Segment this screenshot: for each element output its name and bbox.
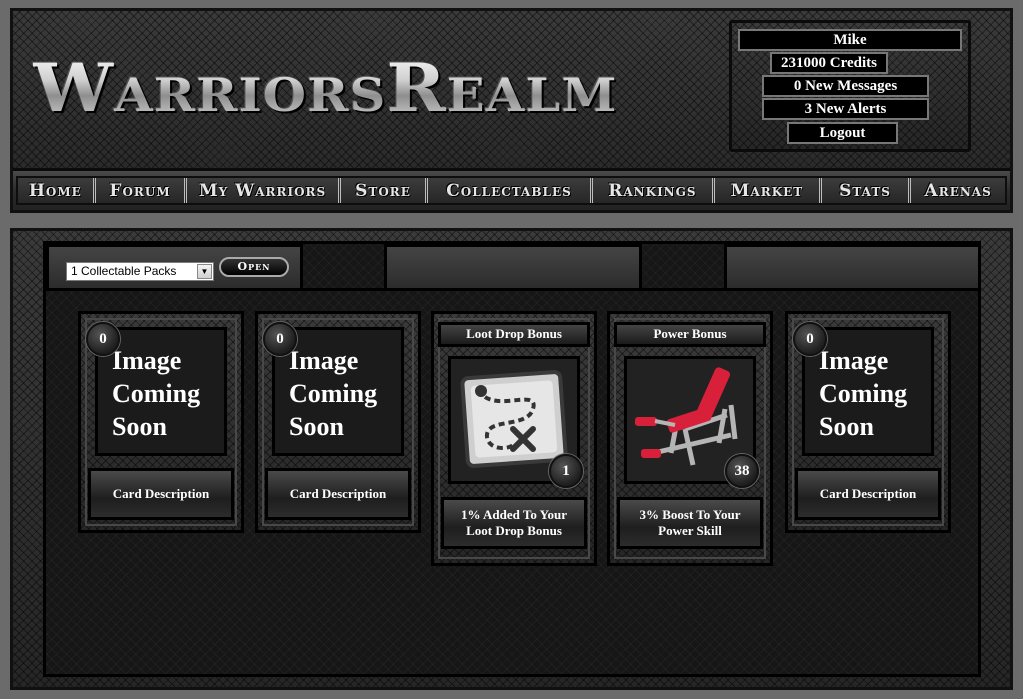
credits-label[interactable]: 231000 Credits (770, 52, 888, 74)
card-description: 3% Boost To Your Power Skill (617, 497, 763, 549)
tab-3[interactable] (724, 244, 981, 288)
username-label[interactable]: Mike (738, 29, 962, 51)
card-count-badge: 0 (263, 322, 297, 356)
main-nav: Home Forum My Warriors Store Collectable… (13, 168, 1010, 210)
card-count-badge: 0 (793, 322, 827, 356)
card-power-bonus[interactable]: Power Bonus 38 3% Boost To Your Power Sk… (607, 311, 773, 566)
card-description: Card Description (265, 468, 411, 520)
card-loot-drop-bonus[interactable]: Loot Drop Bonus 1 1% Added To Your Loot … (431, 311, 597, 566)
messages-link[interactable]: 0 New Messages (762, 75, 929, 97)
card-1[interactable]: Image Coming Soon 0 Card Description (78, 311, 244, 533)
site-header: WarriorsRealm Mike 231000 Credits 0 New … (10, 8, 1013, 213)
tab-2[interactable] (384, 244, 642, 288)
card-description: Card Description (88, 468, 234, 520)
nav-my-warriors[interactable]: My Warriors (187, 178, 341, 203)
nav-forum[interactable]: Forum (96, 178, 188, 203)
site-logo[interactable]: WarriorsRealm (33, 49, 617, 127)
card-count-badge: 38 (725, 454, 759, 488)
card-title: Loot Drop Bonus (438, 322, 590, 347)
alerts-link[interactable]: 3 New Alerts (762, 98, 929, 120)
nav-arenas[interactable]: Arenas (911, 178, 1005, 203)
nav-stats[interactable]: Stats (822, 178, 912, 203)
nav-home[interactable]: Home (18, 178, 96, 203)
open-button[interactable]: Open (219, 257, 289, 277)
image-placeholder-text: Image Coming Soon (819, 346, 908, 441)
main-panel: 1 Collectable Packs ▼ Open Image Coming … (10, 228, 1013, 690)
collectables-panel: 1 Collectable Packs ▼ Open Image Coming … (43, 241, 981, 677)
image-placeholder-text: Image Coming Soon (289, 346, 378, 441)
user-panel: Mike 231000 Credits 0 New Messages 3 New… (729, 20, 971, 152)
card-description: 1% Added To Your Loot Drop Bonus (441, 497, 587, 549)
card-count-badge: 1 (549, 454, 583, 488)
nav-rankings[interactable]: Rankings (593, 178, 716, 203)
pack-select[interactable]: 1 Collectable Packs ▼ (66, 262, 214, 281)
nav-market[interactable]: Market (715, 178, 822, 203)
card-2[interactable]: Image Coming Soon 0 Card Description (255, 311, 421, 533)
card-description: Card Description (795, 468, 941, 520)
card-count-badge: 0 (86, 322, 120, 356)
card-title: Power Bonus (614, 322, 766, 347)
tab-open-pack[interactable]: 1 Collectable Packs ▼ Open (46, 244, 303, 288)
chevron-down-icon[interactable]: ▼ (197, 264, 212, 279)
image-placeholder-text: Image Coming Soon (112, 346, 201, 441)
card-5[interactable]: Image Coming Soon 0 Card Description (785, 311, 951, 533)
tab-strip: 1 Collectable Packs ▼ Open (46, 244, 981, 288)
logout-button[interactable]: Logout (787, 122, 898, 144)
nav-collectables[interactable]: Collectables (428, 178, 593, 203)
nav-store[interactable]: Store (341, 178, 429, 203)
